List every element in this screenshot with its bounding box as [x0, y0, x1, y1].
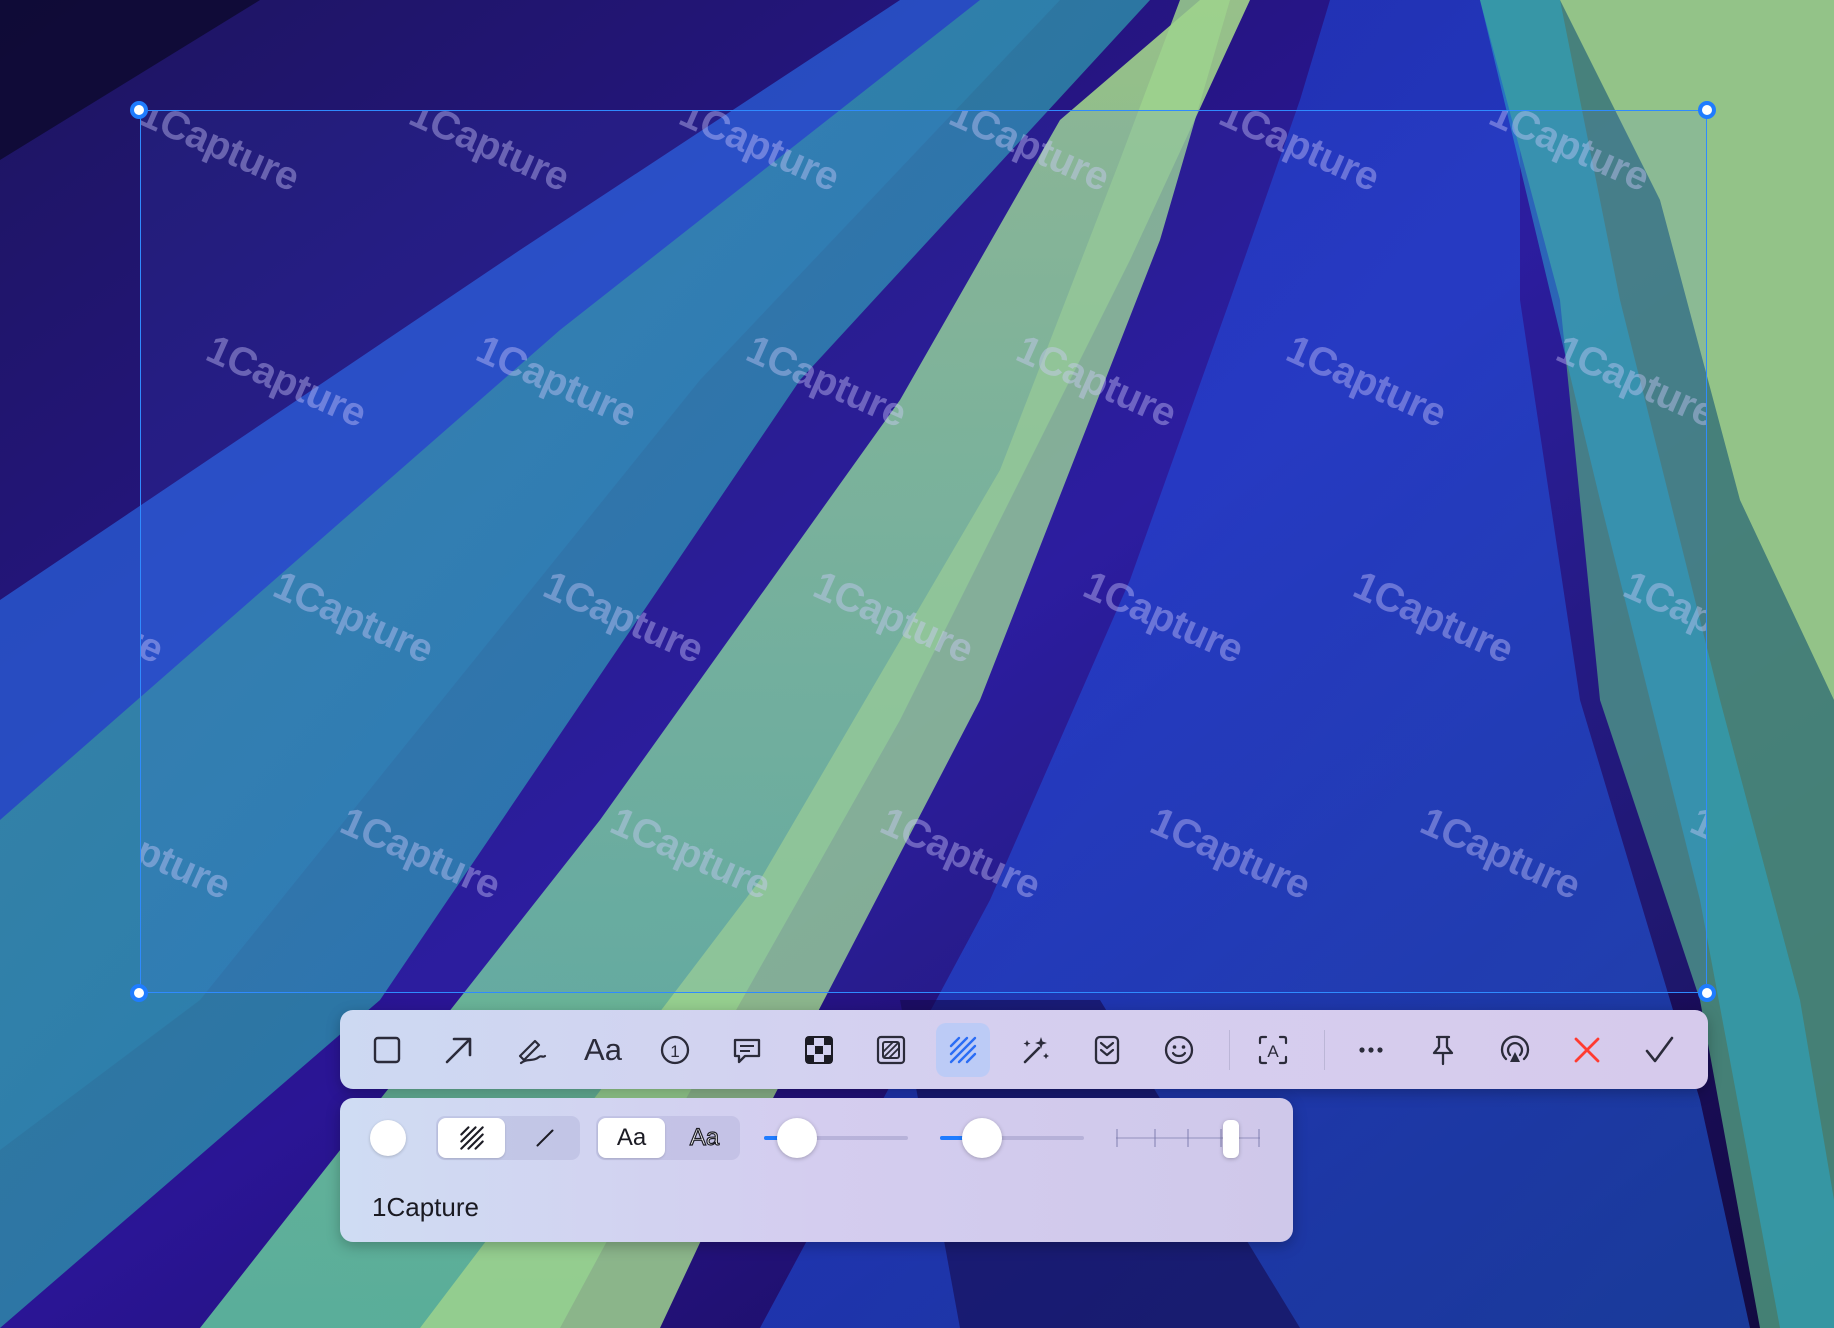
capture-selection[interactable]: 1Capture 1Capture 1Capture 1Capture 1Capture… — [140, 110, 1707, 993]
svg-text:A: A — [1267, 1042, 1279, 1061]
airdrop-icon — [1500, 1035, 1530, 1062]
pattern-line-option[interactable] — [511, 1118, 578, 1158]
selection-handle-bottom-left[interactable] — [130, 984, 148, 1002]
scroll-capture-button[interactable] — [1080, 1023, 1134, 1077]
hatch-icon — [459, 1126, 484, 1150]
close-icon — [1574, 1037, 1600, 1063]
step-number-icon: 1 — [660, 1035, 690, 1065]
font-style-segmented-control: Aa Aa — [596, 1116, 740, 1160]
confirm-button[interactable] — [1632, 1023, 1686, 1077]
smiley-icon — [1164, 1035, 1194, 1065]
mosaic-icon — [805, 1036, 833, 1064]
pen-icon — [518, 1039, 547, 1065]
text-icon: Aa — [584, 1032, 622, 1067]
ocr-icon: A — [1258, 1035, 1288, 1065]
pen-tool-button[interactable] — [504, 1023, 558, 1077]
density-tick — [1187, 1129, 1189, 1147]
density-tick — [1220, 1129, 1222, 1147]
density-stepped-slider[interactable] — [1116, 1120, 1260, 1158]
density-knob[interactable] — [1223, 1120, 1239, 1158]
speech-bubble-icon — [733, 1038, 761, 1064]
arrow-icon — [445, 1037, 472, 1064]
pin-button[interactable] — [1416, 1023, 1470, 1077]
selection-handle-top-right[interactable] — [1698, 101, 1716, 119]
diagonal-line-icon — [536, 1129, 553, 1147]
watermark-tool-button[interactable] — [936, 1023, 990, 1077]
blur-tool-button[interactable] — [864, 1023, 918, 1077]
magic-wand-icon — [1023, 1037, 1049, 1064]
magic-tool-button[interactable] — [1008, 1023, 1062, 1077]
more-icon — [1359, 1047, 1383, 1053]
opacity-slider-knob[interactable] — [777, 1118, 817, 1158]
watermark-text-field[interactable]: 1Capture — [372, 1192, 479, 1223]
hatch-icon — [949, 1036, 977, 1064]
svg-text:1: 1 — [670, 1042, 679, 1061]
selection-handle-bottom-right[interactable] — [1698, 984, 1716, 1002]
selection-handle-top-left[interactable] — [130, 101, 148, 119]
font-style-outline-label: Aa — [689, 1123, 720, 1151]
more-button[interactable] — [1344, 1023, 1398, 1077]
watermark-settings-panel: Aa Aa 1Capture — [340, 1098, 1293, 1242]
density-tick — [1154, 1129, 1156, 1147]
checkmark-icon — [1645, 1036, 1674, 1063]
toolbar-divider — [1324, 1030, 1325, 1070]
square-icon — [373, 1036, 401, 1064]
pattern-hatch-option[interactable] — [438, 1118, 505, 1158]
size-slider[interactable] — [940, 1118, 1084, 1158]
emoji-tool-button[interactable] — [1152, 1023, 1206, 1077]
annotation-toolbar: Aa 1 A — [340, 1010, 1708, 1089]
opacity-slider[interactable] — [764, 1118, 908, 1158]
font-style-filled-label: Aa — [616, 1124, 647, 1151]
mosaic-tool-button[interactable] — [792, 1023, 846, 1077]
rectangle-tool-button[interactable] — [360, 1023, 414, 1077]
font-style-outline-option[interactable]: Aa — [671, 1118, 738, 1158]
pattern-segmented-control — [436, 1116, 580, 1160]
font-style-filled-option[interactable]: Aa — [598, 1118, 665, 1158]
step-tool-button[interactable]: 1 — [648, 1023, 702, 1077]
density-tick — [1116, 1129, 1118, 1147]
toolbar-divider — [1229, 1030, 1230, 1070]
text-tool-button[interactable]: Aa — [576, 1023, 630, 1077]
arrow-tool-button[interactable] — [432, 1023, 486, 1077]
share-button[interactable] — [1488, 1023, 1542, 1077]
blur-icon — [876, 1035, 906, 1065]
cancel-button[interactable] — [1560, 1023, 1614, 1077]
ocr-tool-button[interactable]: A — [1246, 1023, 1300, 1077]
density-tick — [1258, 1129, 1260, 1147]
pin-icon — [1432, 1035, 1454, 1066]
color-picker-button[interactable] — [370, 1120, 406, 1156]
callout-tool-button[interactable] — [720, 1023, 774, 1077]
scroll-capture-icon — [1094, 1035, 1120, 1065]
size-slider-knob[interactable] — [962, 1118, 1002, 1158]
